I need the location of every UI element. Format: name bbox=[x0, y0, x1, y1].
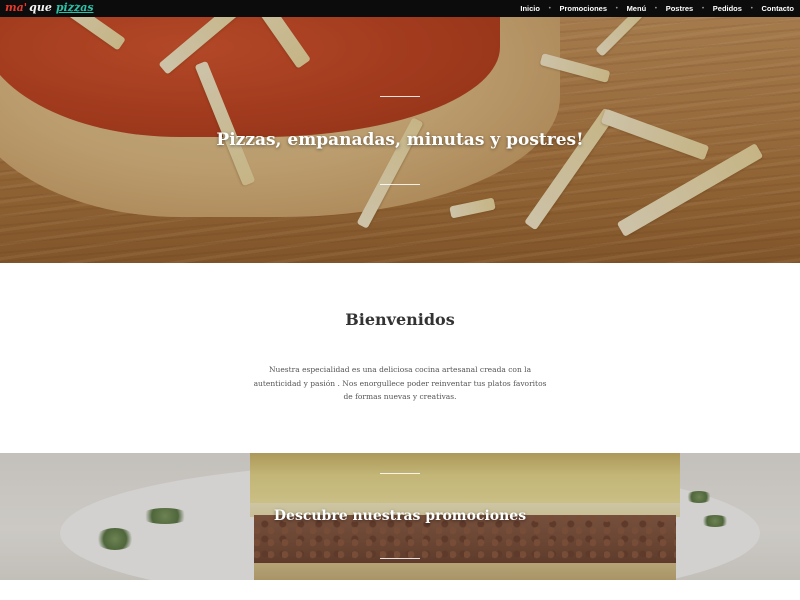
hero-banner: Pizzas, empanadas, minutas y postres! bbox=[0, 17, 800, 263]
nav-item-pedidos[interactable]: Pedidos bbox=[713, 4, 742, 13]
top-navbar: ma' que pizzas Inicio • Promociones • Menú… bbox=[0, 0, 800, 17]
nav-item-inicio[interactable]: Inicio bbox=[520, 4, 540, 13]
hero-rule-bottom bbox=[380, 184, 420, 185]
nav-separator: • bbox=[547, 4, 552, 12]
nav-item-promociones[interactable]: Promociones bbox=[560, 4, 608, 13]
promo-title[interactable]: Descubre nuestras promociones bbox=[0, 508, 800, 524]
hero-rule-top bbox=[380, 96, 420, 97]
hero-title: Pizzas, empanadas, minutas y postres! bbox=[216, 130, 584, 150]
nav-separator: • bbox=[654, 4, 658, 12]
site-logo[interactable]: ma' que pizzas bbox=[5, 0, 94, 17]
logo-text-part2: que bbox=[29, 1, 52, 14]
logo-text-part1: ma' bbox=[5, 1, 28, 14]
nav-separator: • bbox=[615, 4, 619, 12]
welcome-text: Nuestra especialidad es una deliciosa co… bbox=[253, 365, 547, 401]
nav-separator: • bbox=[749, 4, 754, 12]
nav-item-contacto[interactable]: Contacto bbox=[762, 4, 795, 13]
promo-banner[interactable]: Descubre nuestras promociones bbox=[0, 453, 800, 580]
page-bottom-spacer bbox=[0, 580, 800, 600]
promo-rule-bottom bbox=[380, 558, 420, 559]
welcome-title: Bienvenidos bbox=[345, 310, 455, 329]
main-nav: Inicio • Promociones • Menú • Postres • … bbox=[520, 0, 794, 17]
nav-separator: • bbox=[701, 4, 705, 12]
nav-item-postres[interactable]: Postres bbox=[666, 4, 694, 13]
promo-rule-top bbox=[380, 473, 420, 474]
logo-text-part3: pizzas bbox=[55, 1, 94, 14]
welcome-section: Bienvenidos Nuestra especialidad es una … bbox=[0, 263, 800, 453]
nav-item-menu[interactable]: Menú bbox=[627, 4, 647, 13]
